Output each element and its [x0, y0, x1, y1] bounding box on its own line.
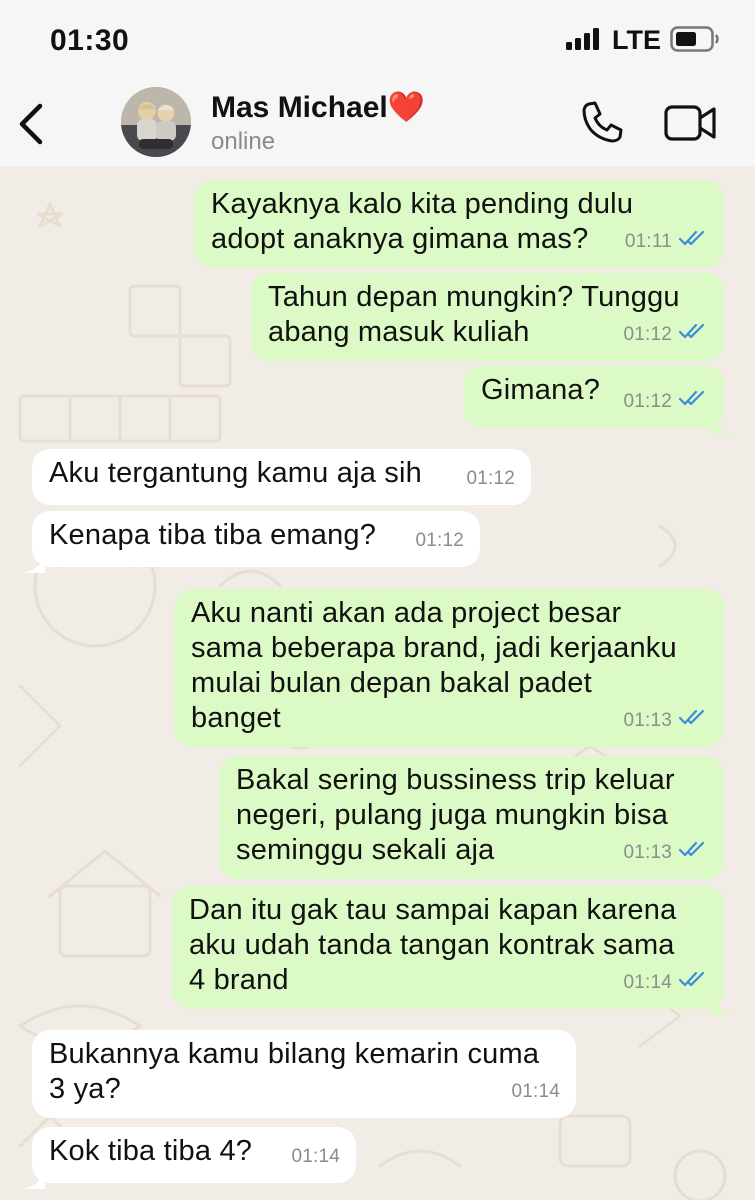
message-time: 01:13 — [623, 710, 672, 731]
read-ticks-icon — [678, 703, 708, 738]
message-time: 01:12 — [623, 391, 672, 412]
read-ticks-icon — [678, 317, 708, 352]
message-line: Kenapa tiba tiba emang? — [49, 519, 377, 551]
message-time: 01:14 — [511, 1081, 560, 1102]
message-time: 01:14 — [291, 1146, 340, 1167]
message-line: negeri, pulang juga mungkin bisa — [236, 799, 669, 831]
message-meta: 01:14 — [623, 965, 708, 1000]
message-time: 01:12 — [466, 468, 515, 489]
network-label: LTE — [612, 25, 661, 55]
contact-name-text: Mas Michael — [211, 91, 388, 124]
message-text: Aku tergantung kamu aja sih — [49, 456, 515, 491]
contact-name[interactable]: Mas Michael❤️ — [211, 90, 425, 125]
outgoing-message[interactable]: Dan itu gak tau sampai kapan karena aku u… — [172, 886, 733, 1015]
message-text: Kenapa tiba tiba emang? — [49, 518, 464, 553]
battery-icon — [670, 26, 720, 57]
message-line: aku udah tanda tangan kontrak sama — [189, 929, 675, 961]
incoming-message[interactable]: Bukannya kamu bilang kemarin cuma 3 ya? 01… — [32, 1030, 576, 1118]
read-ticks-icon — [678, 965, 708, 1000]
heart-emoji: ❤️ — [387, 91, 426, 124]
message-time: 01:14 — [623, 972, 672, 993]
chat-header: Mas Michael❤️ online — [0, 82, 755, 166]
bubble-tail — [711, 408, 733, 434]
contact-avatar[interactable] — [121, 87, 191, 157]
outgoing-message[interactable]: Bakal sering bussiness trip keluar negeri… — [219, 756, 724, 879]
message-line: Kayaknya kalo kita pending dulu — [211, 188, 634, 220]
message-line: Bukannya kamu bilang kemarin cuma — [49, 1038, 540, 1070]
bubble-tail — [23, 547, 45, 573]
bubble-tail — [711, 989, 733, 1015]
message-line: Bakal sering bussiness trip keluar — [236, 764, 675, 796]
message-time: 01:12 — [623, 324, 672, 345]
message-line: 3 ya? — [49, 1073, 121, 1105]
read-ticks-icon — [678, 835, 708, 870]
message-line: sama beberapa brand, jadi kerjaanku — [191, 632, 677, 664]
incoming-message[interactable]: Aku tergantung kamu aja sih 01:12 — [32, 449, 531, 505]
message-meta: 01:12 — [415, 523, 464, 558]
outgoing-message[interactable]: Tahun depan mungkin? Tunggu abang masuk k… — [251, 273, 724, 361]
read-ticks-icon — [678, 224, 708, 259]
bubble-tail — [23, 1163, 45, 1189]
message-meta: 01:12 — [466, 461, 515, 496]
message-time: 01:11 — [624, 231, 672, 252]
outgoing-message[interactable]: Gimana? 01:12 — [464, 366, 733, 434]
read-ticks-icon — [678, 384, 708, 419]
message-meta: 01:13 — [623, 835, 708, 870]
message-meta: 01:11 — [625, 224, 708, 259]
status-bar: 01:30 LTE — [0, 0, 755, 82]
message-line: mulai bulan depan bakal padet — [191, 667, 592, 699]
status-time: 01:30 — [50, 24, 130, 57]
message-time: 01:12 — [415, 530, 464, 551]
message-meta: 01:12 — [623, 384, 708, 419]
message-meta: 01:13 — [623, 703, 708, 738]
contact-status: online — [211, 128, 276, 155]
back-icon[interactable] — [16, 102, 46, 151]
chat-area[interactable]: Kayaknya kalo kita pending dulu adopt ana… — [0, 166, 755, 1200]
incoming-message[interactable]: Kok tiba tiba 4? 01:14 — [23, 1127, 356, 1189]
message-text: Bukannya kamu bilang kemarin cuma 3 ya? — [49, 1037, 560, 1107]
message-line: Dan itu gak tau sampai kapan karena — [189, 894, 677, 926]
message-line: Aku tergantung kamu aja sih — [49, 457, 422, 489]
message-meta: 01:12 — [623, 317, 708, 352]
outgoing-message[interactable]: Aku nanti akan ada project besar sama beb… — [174, 589, 724, 747]
signal-icon — [566, 28, 604, 55]
message-line: Tahun depan mungkin? Tunggu — [268, 281, 680, 313]
outgoing-message[interactable]: Kayaknya kalo kita pending dulu adopt ana… — [194, 180, 724, 268]
message-meta: 01:14 — [511, 1074, 560, 1109]
message-meta: 01:14 — [291, 1139, 340, 1174]
message-line: Aku nanti akan ada project besar — [191, 597, 622, 629]
phone-icon[interactable] — [580, 100, 624, 149]
incoming-message[interactable]: Kenapa tiba tiba emang? 01:12 — [23, 511, 480, 573]
message-time: 01:13 — [623, 842, 672, 863]
video-icon[interactable] — [664, 104, 718, 147]
